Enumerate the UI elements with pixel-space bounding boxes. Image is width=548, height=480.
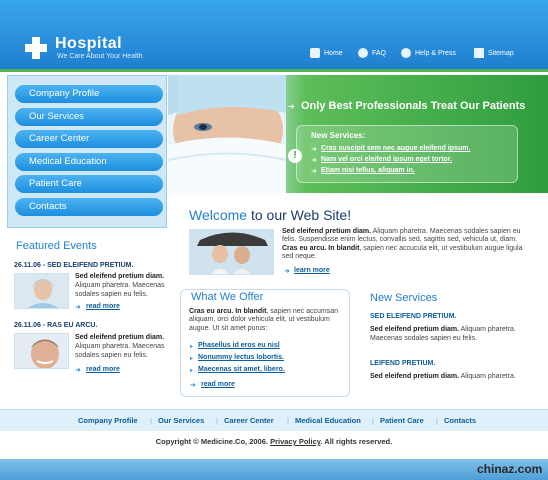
news-link-2[interactable]: Nam vel orci eleifend ipsum eget tortor. xyxy=(321,156,452,163)
event-date-1: 26.11.06 - SED ELEIFEND PRETIUM. xyxy=(14,262,134,269)
service-text-1: Sed eleifend pretium diam. Aliquam phare… xyxy=(370,326,516,342)
news-link-3[interactable]: Etiam nisi tellus, aliquam in. xyxy=(321,167,415,174)
topnav-home[interactable]: Home xyxy=(310,48,343,58)
topnav-help[interactable]: Help & Press xyxy=(401,48,456,58)
footer-link-our-services[interactable]: Our Services xyxy=(158,416,204,425)
footer-link-patient-care[interactable]: Patient Care xyxy=(380,416,424,425)
welcome-title: Welcome to our Web Site! xyxy=(189,207,352,223)
footer-link-contacts[interactable]: Contacts xyxy=(444,416,476,425)
site-title[interactable]: Hospital xyxy=(55,35,122,53)
service-text-2: Sed eleifend pretium diam. Aliquam phare… xyxy=(370,373,516,380)
service-heading-2: LEIFEND PRETIUM. xyxy=(370,360,436,367)
separator: | xyxy=(436,416,438,425)
info-icon xyxy=(401,48,411,58)
privacy-policy-link[interactable]: Privacy Policy xyxy=(270,437,320,446)
faq-icon xyxy=(358,48,368,58)
nav-patient-care[interactable]: Patient Care xyxy=(15,175,163,193)
nav-career-center[interactable]: Career Center xyxy=(15,130,163,148)
separator: | xyxy=(287,416,289,425)
event-text-1: Sed eleifend pretium diam. Aliquam phare… xyxy=(75,273,165,298)
bullet-icon: ▸ xyxy=(190,356,194,362)
event-text-2: Sed eleifend pretium diam. Aliquam phare… xyxy=(75,334,165,359)
nav-our-services[interactable]: Our Services xyxy=(15,108,163,126)
read-more-link-2[interactable]: read more xyxy=(86,366,120,373)
medical-cross-icon xyxy=(25,37,47,59)
arrow-icon: ➜ xyxy=(75,304,81,311)
service-heading-1: SED ELEIFEND PRETIUM. xyxy=(370,313,457,320)
topnav-faq[interactable]: FAQ xyxy=(358,48,386,58)
topnav-home-label: Home xyxy=(324,49,343,57)
left-navigation: Company Profile Our Services Career Cent… xyxy=(7,75,167,228)
nav-medical-education[interactable]: Medical Education xyxy=(15,153,163,171)
hero-banner: ➜ Only Best Professionals Treat Our Pati… xyxy=(168,75,548,193)
offer-link-3[interactable]: Maecenas sit amet, libero. xyxy=(198,366,285,373)
separator: | xyxy=(372,416,374,425)
separator: | xyxy=(150,416,152,425)
separator: | xyxy=(216,416,218,425)
sitemap-icon xyxy=(474,48,484,58)
doctor-photo xyxy=(168,75,286,193)
arrow-icon: ➜ xyxy=(311,157,317,164)
new-services-heading: New Services xyxy=(370,292,438,304)
headline-arrow-icon: ➜ xyxy=(288,102,295,111)
footer-link-medical-education[interactable]: Medical Education xyxy=(295,416,361,425)
offer-link-2[interactable]: Nonummy lectus lobortis. xyxy=(198,354,284,361)
nav-contacts[interactable]: Contacts xyxy=(15,198,163,216)
topnav-faq-label: FAQ xyxy=(372,49,387,57)
offer-read-more-link[interactable]: read more xyxy=(201,381,235,388)
footer-link-career-center[interactable]: Career Center xyxy=(224,416,274,425)
bullet-icon: ▸ xyxy=(190,368,194,374)
news-link-1[interactable]: Cras suscipit sem nec augue eleifend ips… xyxy=(321,145,470,152)
bottom-bar xyxy=(0,459,548,480)
arrow-icon: ➜ xyxy=(75,367,81,374)
read-more-link-1[interactable]: read more xyxy=(86,303,120,310)
bullet-icon: ▸ xyxy=(190,344,194,350)
nav-company-profile[interactable]: Company Profile xyxy=(15,85,163,103)
site-tagline: We Care About Your Health xyxy=(57,53,143,60)
topnav-sitemap[interactable]: Sitemap xyxy=(474,48,514,58)
offer-text: Cras eu arcu. In blandit, sapien nec acc… xyxy=(189,308,339,332)
topnav-help-label: Help & Press xyxy=(415,49,456,57)
event-date-2: 26.11.06 - RAS EU ARCU. xyxy=(14,322,98,329)
arrow-icon: ➜ xyxy=(284,268,290,275)
watermark-logo: chinaz.com xyxy=(477,462,543,476)
arrow-icon: ➜ xyxy=(311,146,317,153)
welcome-photo xyxy=(189,229,274,275)
topnav-sitemap-label: Sitemap xyxy=(488,49,514,57)
hero-headline: Only Best Professionals Treat Our Patien… xyxy=(301,100,526,112)
new-services-title: New Services: xyxy=(311,131,366,140)
footer-link-company-profile[interactable]: Company Profile xyxy=(78,416,138,425)
welcome-text: Sed eleifend pretium diam. Aliquam phare… xyxy=(282,228,523,261)
arrow-icon: ➜ xyxy=(190,382,196,389)
home-icon xyxy=(310,48,320,58)
what-we-offer-title: What We Offer xyxy=(189,291,266,303)
offer-link-1[interactable]: Phasellus id eros eu nisl xyxy=(198,342,280,349)
event-photo-1 xyxy=(14,273,69,309)
arrow-icon: ➜ xyxy=(311,168,317,175)
copyright-text: Copyright © Medicine.Co, 2006. Privacy P… xyxy=(155,437,393,446)
new-services-box: New Services: ➜ Cras suscipit sem nec au… xyxy=(296,125,518,183)
learn-more-link[interactable]: learn more xyxy=(294,267,330,274)
event-photo-2 xyxy=(14,333,69,369)
featured-events-title: Featured Events xyxy=(16,240,97,252)
